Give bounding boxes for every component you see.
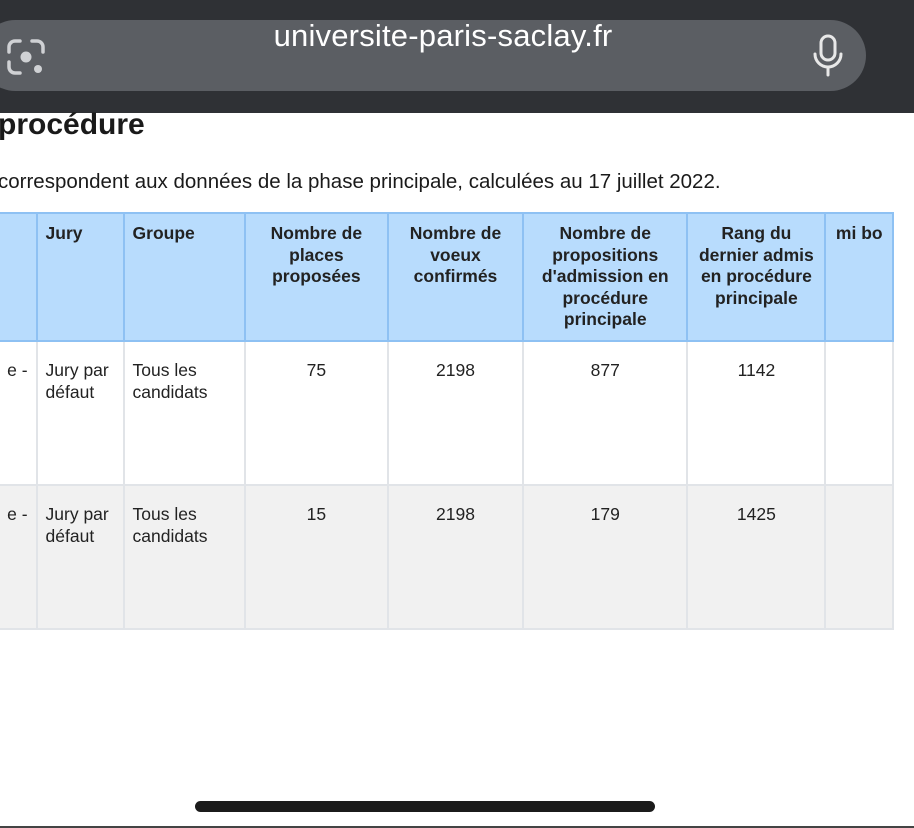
cell-jury: Jury par défaut <box>35 484 125 630</box>
table-row: e - Jury par défaut Tous les candidats 1… <box>0 484 894 630</box>
table-header-row: Jury Groupe Nombre de places proposées N… <box>0 212 894 342</box>
column-header <box>0 212 38 342</box>
browser-toolbar: universite-paris-saclay.fr <box>0 0 914 113</box>
cell-rang: 1142 <box>686 340 827 486</box>
cell-formation: e - <box>0 484 38 630</box>
cell-groupe: Tous les candidats <box>122 484 246 630</box>
cell-propositions: 877 <box>522 340 689 486</box>
column-header-places: Nombre de places proposées <box>243 212 389 342</box>
cell-formation: e - <box>0 340 38 486</box>
cell-propositions: 179 <box>522 484 689 630</box>
column-header-jury: Jury <box>35 212 125 342</box>
url-text[interactable]: universite-paris-saclay.fr <box>0 0 866 71</box>
column-header-groupe: Groupe <box>122 212 246 342</box>
cell-groupe: Tous les candidats <box>122 340 246 486</box>
cell-places: 15 <box>243 484 389 630</box>
cell-voeux: 2198 <box>386 484 525 630</box>
column-header-propositions: Nombre de propositions d'admission en pr… <box>522 212 689 342</box>
microphone-icon[interactable] <box>812 34 844 78</box>
cell-jury: Jury par défaut <box>35 340 125 486</box>
section-description: correspondent aux données de la phase pr… <box>0 170 721 193</box>
cell-extra <box>824 340 894 486</box>
table-row: e - Jury par défaut Tous les candidats 7… <box>0 340 894 486</box>
cell-rang: 1425 <box>686 484 827 630</box>
cell-voeux: 2198 <box>386 340 525 486</box>
column-header-rang: Rang du dernier admis en procédure princ… <box>686 212 827 342</box>
column-header-voeux: Nombre de voeux confirmés <box>386 212 525 342</box>
column-header-cutoff: mi bo <box>824 212 894 342</box>
section-title: procédure <box>0 108 145 141</box>
cell-extra <box>824 484 894 630</box>
home-indicator[interactable] <box>195 801 655 812</box>
cell-places: 75 <box>243 340 389 486</box>
admissions-table: Jury Groupe Nombre de places proposées N… <box>0 212 894 630</box>
